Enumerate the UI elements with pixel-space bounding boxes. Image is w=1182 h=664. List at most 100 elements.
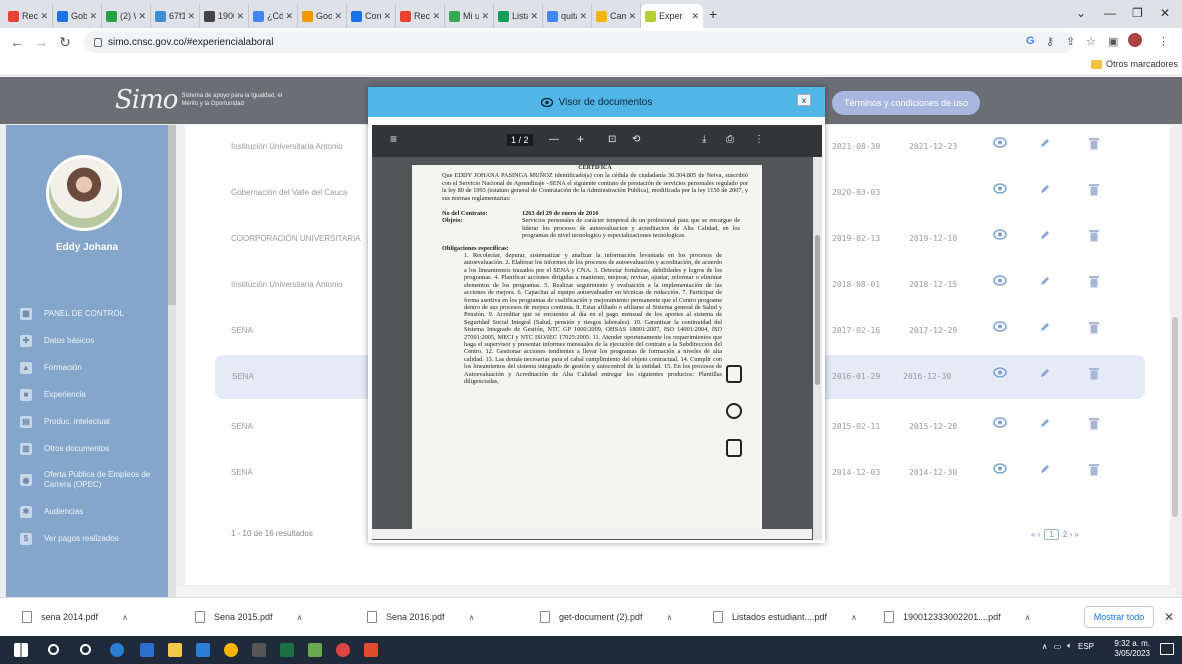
new-tab-button[interactable]: + <box>709 6 717 22</box>
delete-trash-icon[interactable] <box>1089 137 1099 152</box>
more-options-icon[interactable]: ⋮ <box>754 134 764 145</box>
pager-prev[interactable]: ‹ <box>1038 530 1041 539</box>
close-window-icon[interactable]: ✕ <box>1160 6 1170 20</box>
print-icon[interactable]: ⎙ <box>726 134 734 145</box>
tab-close-icon[interactable]: ✕ <box>285 11 293 22</box>
star-icon[interactable]: ☆ <box>1086 35 1096 48</box>
view-eye-icon[interactable] <box>993 321 1007 334</box>
sidebar-item[interactable]: $ Ver pagos realizados <box>6 525 168 552</box>
delete-trash-icon[interactable] <box>1089 417 1099 432</box>
browser-tab-active[interactable]: Exper ✕ <box>641 4 703 28</box>
download-menu-chevron-icon[interactable]: ∧ <box>667 613 673 622</box>
delete-trash-icon[interactable] <box>1089 275 1099 290</box>
notifications-icon[interactable] <box>1160 643 1174 655</box>
download-menu-chevron-icon[interactable]: ∧ <box>1025 613 1031 622</box>
tab-close-icon[interactable]: ✕ <box>691 11 699 22</box>
tab-close-icon[interactable]: ✕ <box>530 11 538 22</box>
sidebar-item[interactable]: ■ Experiencia <box>6 381 168 408</box>
modal-horizontal-scrollbar[interactable] <box>372 529 812 539</box>
view-eye-icon[interactable] <box>993 229 1007 242</box>
photos-icon[interactable] <box>252 643 266 657</box>
delete-trash-icon[interactable] <box>1089 367 1099 382</box>
delete-trash-icon[interactable] <box>1089 321 1099 336</box>
edit-pencil-icon[interactable] <box>1040 230 1050 242</box>
tab-close-icon[interactable]: ✕ <box>187 11 195 22</box>
simo-logo[interactable]: Simo Sistema de apoyo para la Igualdad, … <box>115 85 291 115</box>
app-icon[interactable] <box>336 643 350 657</box>
rotate-icon[interactable]: ⟲ <box>632 134 640 145</box>
task-view-icon[interactable] <box>80 644 91 655</box>
delete-trash-icon[interactable] <box>1089 463 1099 478</box>
download-item[interactable]: sena 2014.pdf ∧ <box>22 611 128 623</box>
chrome-icon[interactable] <box>224 643 238 657</box>
sidebar-item[interactable]: ✱ Audiencias <box>6 498 168 525</box>
windows-start-icon[interactable] <box>14 643 28 657</box>
excel-icon[interactable] <box>280 643 294 657</box>
delete-trash-icon[interactable] <box>1089 229 1099 244</box>
browser-tab[interactable]: Recib✕ <box>4 4 53 28</box>
pdf-page-indicator[interactable]: 1 / 2 <box>507 134 533 146</box>
tab-close-icon[interactable]: ✕ <box>628 11 636 22</box>
other-bookmarks[interactable]: Otros marcadores <box>1090 59 1178 69</box>
side-panel-icon[interactable]: ▣ <box>1108 35 1118 48</box>
browser-tab[interactable]: Gobe✕ <box>53 4 102 28</box>
fit-page-icon[interactable]: ⊡ <box>608 134 616 145</box>
download-item[interactable]: Sena 2015.pdf ∧ <box>195 611 302 623</box>
download-menu-chevron-icon[interactable]: ∧ <box>297 613 303 622</box>
zoom-in-icon[interactable]: + <box>577 132 584 146</box>
view-eye-icon[interactable] <box>993 417 1007 430</box>
pager-last[interactable]: » <box>1074 530 1078 539</box>
edit-pencil-icon[interactable] <box>1040 276 1050 288</box>
download-item[interactable]: Listados estudiant....pdf ∧ <box>713 611 857 623</box>
share-icon[interactable]: ⇪ <box>1066 35 1075 48</box>
powerpoint-icon[interactable] <box>364 643 378 657</box>
edit-pencil-icon[interactable] <box>1040 322 1050 334</box>
tab-close-icon[interactable]: ✕ <box>432 11 440 22</box>
sidebar-item[interactable]: ◉ Oferta Pública de Empleos de Carrera (O… <box>6 462 168 498</box>
download-item[interactable]: Sena 2016.pdf ∧ <box>367 611 474 623</box>
close-downloads-icon[interactable]: ✕ <box>1164 610 1174 624</box>
tab-search-icon[interactable]: ⌄ <box>1076 6 1086 20</box>
maximize-icon[interactable]: ❐ <box>1132 6 1143 20</box>
paint-icon[interactable] <box>308 643 322 657</box>
tab-close-icon[interactable]: ✕ <box>40 11 48 22</box>
sidebar-item[interactable]: ▲ Formación <box>6 354 168 381</box>
back-icon[interactable]: ← <box>10 34 24 50</box>
tray-chevron-icon[interactable]: ∧ <box>1042 642 1048 651</box>
edit-pencil-icon[interactable] <box>1040 184 1050 196</box>
delete-trash-icon[interactable] <box>1089 183 1099 198</box>
view-eye-icon[interactable] <box>993 183 1007 196</box>
terms-button[interactable]: Términos y condiciones de uso <box>832 91 980 115</box>
view-eye-icon[interactable] <box>993 137 1007 150</box>
modal-close-button[interactable]: x <box>797 94 811 106</box>
minimize-icon[interactable]: — <box>1104 6 1116 20</box>
pager-first[interactable]: « <box>1031 530 1035 539</box>
tab-close-icon[interactable]: ✕ <box>334 11 342 22</box>
download-item[interactable]: 190012333002201....pdf ∧ <box>884 611 1030 623</box>
tab-close-icon[interactable]: ✕ <box>383 11 391 22</box>
forward-icon[interactable]: → <box>34 34 48 50</box>
network-icon[interactable]: ▭ <box>1054 642 1062 651</box>
tab-close-icon[interactable]: ✕ <box>236 11 244 22</box>
key-icon[interactable]: ⚷ <box>1046 35 1054 48</box>
edit-pencil-icon[interactable] <box>1040 464 1050 476</box>
url-input[interactable]: simo.cnsc.gov.co/#experiencialaboral <box>84 31 1074 53</box>
file-explorer-icon[interactable] <box>168 643 182 657</box>
sidebar-item[interactable]: ▦ PANEL DE CONTROL <box>6 300 168 327</box>
browser-tab[interactable]: 1900✕ <box>200 4 249 28</box>
edge-icon[interactable] <box>110 643 124 657</box>
sidebar-item[interactable]: ▥ Otros documentos <box>6 435 168 462</box>
edit-pencil-icon[interactable] <box>1040 138 1050 150</box>
page-scroll-thumb[interactable] <box>1172 317 1178 517</box>
view-eye-icon[interactable] <box>993 275 1007 288</box>
view-eye-icon[interactable] <box>993 463 1007 476</box>
browser-tab[interactable]: Camb✕ <box>592 4 641 28</box>
tab-close-icon[interactable]: ✕ <box>579 11 587 22</box>
mail-icon[interactable] <box>196 643 210 657</box>
calculator-icon[interactable] <box>140 643 154 657</box>
sidebar-scroll-thumb[interactable] <box>168 125 176 305</box>
browser-tab[interactable]: Corre✕ <box>347 4 396 28</box>
search-icon[interactable] <box>48 644 59 655</box>
browser-tab[interactable]: Listas✕ <box>494 4 543 28</box>
download-menu-chevron-icon[interactable]: ∧ <box>851 613 857 622</box>
